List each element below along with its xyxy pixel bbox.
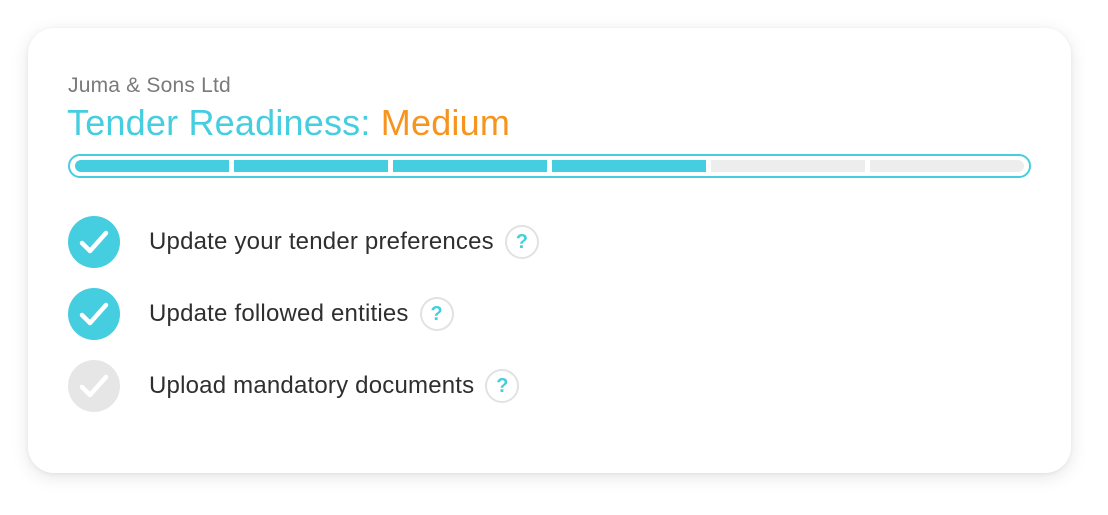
task-label: Upload mandatory documents: [149, 372, 475, 399]
task-label: Update followed entities: [149, 300, 409, 327]
question-mark-icon: ?: [515, 230, 528, 253]
task-label: Update your tender preferences: [149, 228, 494, 255]
help-button[interactable]: ?: [504, 225, 539, 259]
check-icon: [68, 360, 120, 412]
readiness-level: Medium: [380, 102, 511, 143]
task-item: Upload mandatory documents ?: [68, 360, 539, 412]
readiness-title-prefix: Tender Readiness:: [67, 102, 371, 143]
task-list: Update your tender preferences ? Update …: [68, 216, 539, 432]
progress-segment: [393, 160, 547, 172]
readiness-title: Tender Readiness: Medium: [67, 102, 510, 144]
question-mark-icon: ?: [496, 374, 509, 397]
company-name: Juma & Sons Ltd: [68, 74, 231, 97]
check-icon: [68, 216, 120, 268]
progress-segment: [552, 160, 706, 172]
progress-segment: [75, 160, 229, 172]
progress-segment: [711, 160, 865, 172]
task-item: Update your tender preferences ?: [68, 216, 539, 268]
readiness-progress-bar: [68, 154, 1031, 178]
check-icon: [68, 288, 120, 340]
progress-segment: [234, 160, 388, 172]
task-item: Update followed entities ?: [68, 288, 539, 340]
question-mark-icon: ?: [430, 302, 443, 325]
progress-segment: [870, 160, 1024, 172]
help-button[interactable]: ?: [419, 297, 454, 331]
tender-readiness-card: Juma & Sons Ltd Tender Readiness: Medium…: [28, 28, 1071, 473]
help-button[interactable]: ?: [485, 369, 520, 403]
